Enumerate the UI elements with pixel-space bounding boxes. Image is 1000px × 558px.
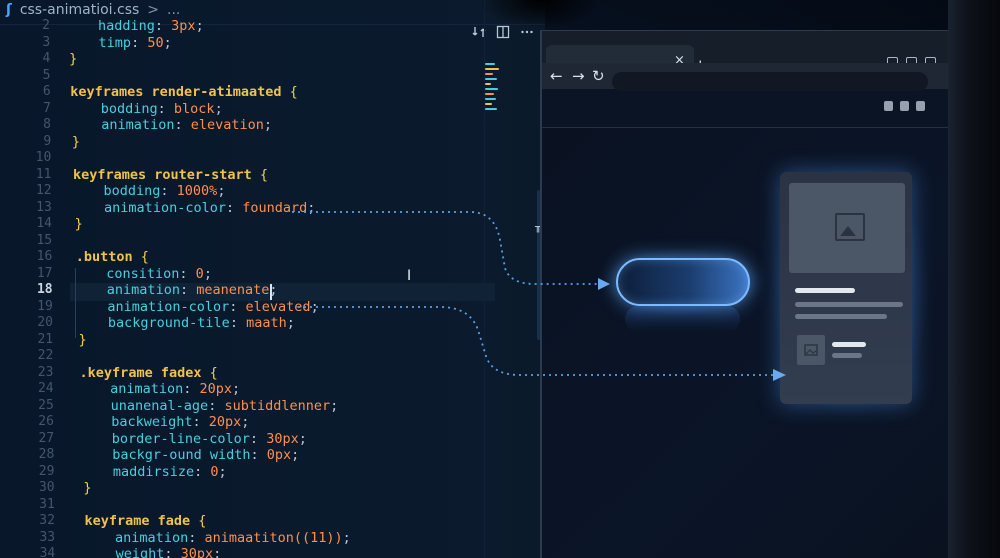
- connector-arrowhead: [598, 278, 610, 290]
- device-bezel-edge: [948, 0, 1000, 558]
- connector-to-card: [298, 306, 775, 376]
- connector-arrowhead: [773, 369, 786, 381]
- code-to-preview-connectors: [292, 211, 786, 381]
- connector-to-button: [292, 211, 598, 285]
- desktop-scene: ʃ css-animatioi.css > ... 2 hadding: 3px;…: [0, 0, 1000, 558]
